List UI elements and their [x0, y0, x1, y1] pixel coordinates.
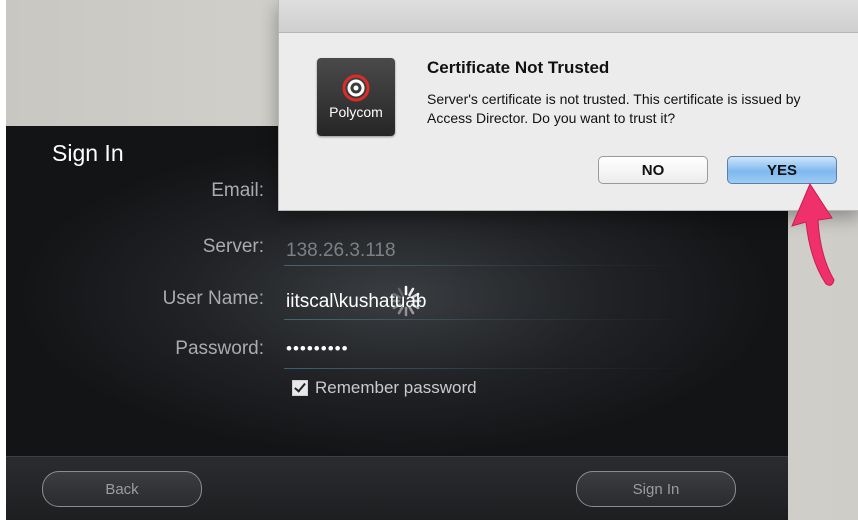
password-field-underline — [284, 368, 704, 369]
password-field[interactable]: ••••••••• — [286, 339, 349, 359]
pointer-arrow-icon — [791, 182, 835, 286]
remember-password-checkbox[interactable]: Remember password — [292, 378, 477, 398]
loading-spinner-icon — [390, 285, 422, 317]
username-field-underline — [284, 319, 704, 320]
polycom-logo-text: Polycom — [329, 104, 383, 120]
email-label: Email: — [211, 180, 264, 201]
remember-password-label: Remember password — [315, 378, 477, 397]
server-field[interactable]: 138.26.3.118 — [286, 240, 396, 262]
back-button[interactable]: Back — [42, 471, 202, 507]
signin-title: Sign In — [52, 140, 124, 166]
username-label: User Name: — [162, 288, 264, 309]
signin-button[interactable]: Sign In — [576, 471, 736, 507]
dialog-title: Certificate Not Trusted — [427, 58, 610, 77]
certificate-dialog: Polycom Certificate Not Trusted Server's… — [278, 0, 858, 211]
checkbox-checked-icon — [292, 380, 308, 396]
server-label: Server: — [202, 236, 264, 257]
dialog-title-bar — [279, 0, 858, 33]
polycom-logo: Polycom — [317, 58, 395, 136]
bottom-bar: Back Sign In — [6, 456, 788, 520]
no-button[interactable]: NO — [598, 156, 708, 184]
password-label: Password: — [175, 338, 264, 359]
dialog-message: Server's certificate is not trusted. Thi… — [427, 91, 801, 126]
polycom-emblem-icon — [342, 74, 370, 102]
server-field-underline — [284, 265, 704, 266]
